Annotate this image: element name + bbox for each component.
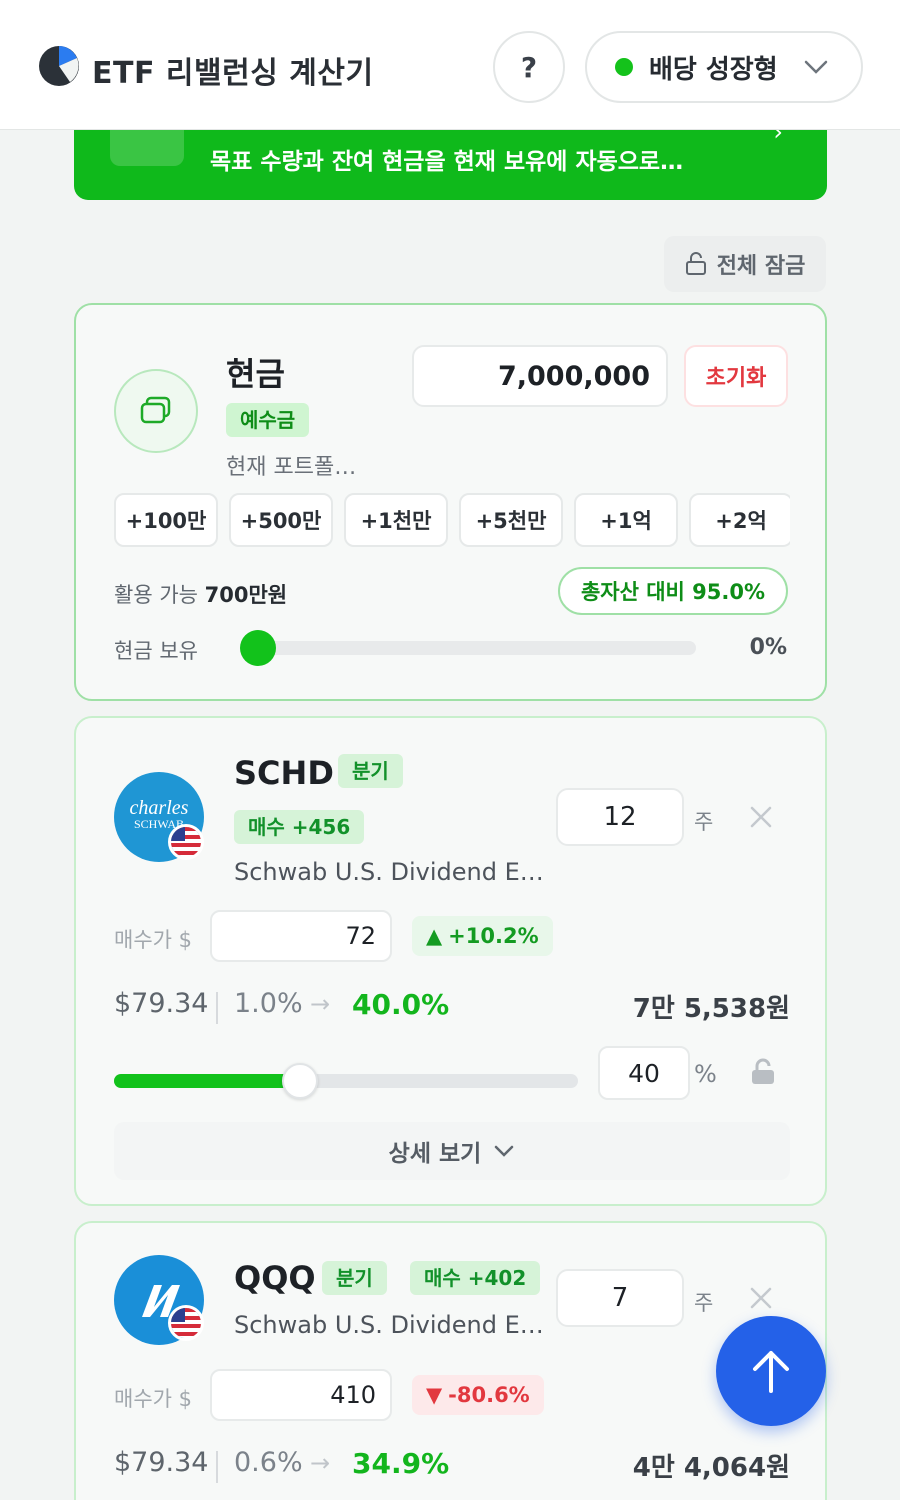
- quick-add-button[interactable]: +1억: [574, 493, 678, 547]
- weight-slider-knob[interactable]: [281, 1063, 318, 1099]
- available-cash: 활용 가능 700만원: [114, 579, 287, 609]
- lock-all-button[interactable]: 전체 잠금: [664, 236, 826, 292]
- weight-slider-fill: [114, 1074, 300, 1088]
- quick-amount-row: +100만 +500만 +1천만 +5천만 +1억 +2억: [114, 493, 790, 549]
- deposit-badge: 예수금: [226, 403, 310, 437]
- asset-ratio-badge: 총자산 대비 95.0%: [558, 567, 788, 615]
- logo-icon: [39, 46, 79, 86]
- lock-all-label: 전체 잠금: [716, 254, 806, 279]
- price-change-value: +10.2%: [448, 924, 539, 948]
- cash-amount-input[interactable]: 7,000,000: [412, 345, 668, 407]
- svg-text:charles: charles: [130, 797, 189, 819]
- quick-add-button[interactable]: +100만: [114, 493, 218, 547]
- chevron-down-icon: [495, 1145, 514, 1157]
- holding-card-schd: charles SCHWAB SCHD 분기 매수 +456 Schwab U.…: [74, 716, 827, 1206]
- arrow-right-icon: →: [310, 1449, 331, 1477]
- current-weight: 1.0%: [234, 988, 303, 1019]
- quick-add-button[interactable]: +1천만: [344, 493, 448, 547]
- app-title: ETF 리밸런싱 계산기: [92, 56, 374, 91]
- cash-hold-percent: 0%: [749, 635, 787, 660]
- separator: [216, 992, 218, 1024]
- action-tag: 매수 +456: [234, 810, 365, 844]
- quantity-unit: 주: [694, 1291, 714, 1315]
- strategy-label: 배당 성장형: [649, 54, 778, 85]
- current-weight: 0.6%: [234, 1447, 303, 1478]
- arrow-up-icon: [753, 1351, 789, 1393]
- quantity-input[interactable]: 7: [556, 1269, 684, 1327]
- detail-view-button[interactable]: 상세 보기: [114, 1122, 790, 1180]
- cash-title: 현금: [226, 355, 285, 393]
- cash-subtitle: 현재 포트폴…: [226, 455, 357, 480]
- target-weight: 40.0%: [352, 988, 450, 1021]
- holding-amount: 7만 5,538원: [632, 994, 790, 1024]
- buy-price-label: 매수가 $: [114, 928, 192, 952]
- weight-input[interactable]: 40: [598, 1046, 690, 1100]
- quantity-unit: 주: [694, 810, 714, 834]
- triangle-down-icon: ▼: [426, 1383, 443, 1407]
- price-change-badge: ▼ -80.6%: [412, 1375, 544, 1415]
- wallet-icon: [114, 369, 198, 453]
- triangle-up-icon: ▲: [426, 924, 443, 948]
- metrics-row: $79.34 1.0% → 40.0% 7만 5,538원: [114, 988, 790, 1028]
- app-header: ETF 리밸런싱 계산기 ? 배당 성장형: [0, 0, 900, 130]
- buy-price-label: 매수가 $: [114, 1387, 192, 1411]
- buy-price-input[interactable]: 410: [210, 1369, 392, 1421]
- holding-amount: 4만 4,064원: [632, 1453, 790, 1483]
- quantity-input[interactable]: 12: [556, 788, 684, 846]
- cash-card: 현금 예수금 현재 포트폴… 7,000,000 초기화 +100만 +500만…: [74, 303, 827, 701]
- chevron-down-icon: [804, 60, 828, 74]
- strategy-dropdown[interactable]: 배당 성장형: [585, 31, 863, 103]
- available-value: 700만원: [204, 583, 288, 607]
- weight-slider[interactable]: [114, 1063, 578, 1099]
- quick-add-button[interactable]: +500만: [229, 493, 333, 547]
- banner-text: 목표 수량과 잔여 현금을 현재 보유에 자동으로…: [210, 149, 684, 175]
- unlock-icon: [685, 252, 706, 275]
- ticker: SCHD: [234, 754, 334, 792]
- target-weight: 34.9%: [352, 1447, 450, 1480]
- buy-price-input[interactable]: 72: [210, 910, 392, 962]
- frequency-tag: 분기: [322, 1261, 387, 1295]
- us-flag-icon: [168, 1305, 204, 1341]
- unlock-icon[interactable]: [750, 1058, 776, 1086]
- available-prefix: 활용 가능: [114, 583, 198, 607]
- frequency-tag: 분기: [338, 754, 403, 788]
- quick-add-button[interactable]: +5천만: [459, 493, 563, 547]
- status-dot: [615, 58, 633, 76]
- reset-button[interactable]: 초기화: [684, 345, 788, 407]
- current-price: $79.34: [114, 988, 209, 1019]
- us-flag-icon: [168, 824, 204, 860]
- close-icon[interactable]: [748, 1285, 774, 1311]
- action-tag: 매수 +402: [410, 1261, 541, 1295]
- price-change-value: -80.6%: [448, 1383, 530, 1407]
- price-change-badge: ▲ +10.2%: [412, 916, 553, 956]
- close-icon[interactable]: [748, 804, 774, 830]
- scroll-top-button[interactable]: [716, 1316, 826, 1426]
- auto-fill-banner[interactable]: 목표 수량과 잔여 현금을 현재 보유에 자동으로… ›: [74, 118, 827, 200]
- metrics-row: $79.34 0.6% → 34.9% 4만 4,064원: [114, 1447, 790, 1487]
- help-button[interactable]: ?: [493, 31, 565, 103]
- etf-name: Schwab U.S. Dividend E…: [234, 1311, 544, 1339]
- separator: [216, 1451, 218, 1483]
- ticker: QQQ: [234, 1259, 316, 1297]
- detail-view-label: 상세 보기: [388, 1141, 482, 1167]
- cash-hold-label: 현금 보유: [114, 639, 198, 663]
- quick-add-button[interactable]: +2억: [689, 493, 790, 547]
- current-price: $79.34: [114, 1447, 209, 1478]
- holding-card-qqq: QQQ 분기 매수 +402 Schwab U.S. Dividend E… 7…: [74, 1221, 827, 1500]
- arrow-right-icon: →: [310, 990, 331, 1018]
- cash-hold-slider[interactable]: [240, 630, 696, 666]
- cash-hold-knob[interactable]: [240, 630, 276, 666]
- weight-unit: %: [694, 1060, 717, 1088]
- etf-name: Schwab U.S. Dividend E…: [234, 858, 544, 886]
